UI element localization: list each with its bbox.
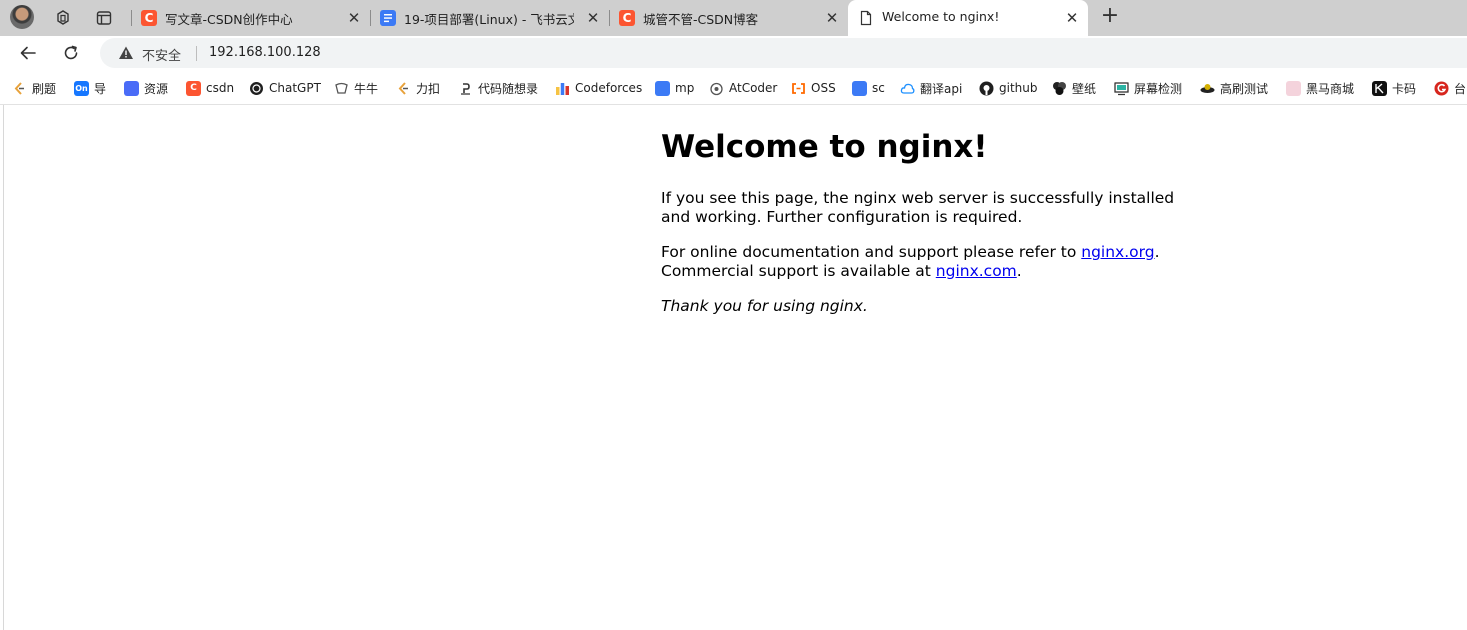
- on-icon: On: [74, 80, 89, 96]
- browser-toolbar: 不安全 192.168.100.128: [0, 36, 1467, 70]
- bookmark-truncated[interactable]: 台: [1434, 79, 1466, 97]
- address-bar[interactable]: 不安全 192.168.100.128: [100, 38, 1467, 68]
- tab-feishu-doc[interactable]: 19-项目部署(Linux) - 飞书云文档 ✕: [370, 0, 608, 36]
- documentation-paragraph: For online documentation and support ple…: [661, 243, 1160, 280]
- bookmark-ziyuan[interactable]: 资源: [124, 79, 168, 97]
- tab-title: Welcome to nginx!: [882, 9, 1000, 24]
- kama-icon: [1372, 80, 1387, 96]
- tab-actions-icon[interactable]: [91, 5, 117, 31]
- ufo-icon: [1200, 83, 1215, 93]
- bookmark-shuati[interactable]: 刷题: [12, 79, 56, 97]
- tab-nginx-welcome[interactable]: Welcome to nginx! ✕: [848, 0, 1088, 36]
- bookmark-screen-check[interactable]: 屏幕检测: [1114, 79, 1182, 97]
- csdn-icon: C: [141, 10, 157, 26]
- bookmark-bizhi[interactable]: 壁纸: [1052, 79, 1096, 97]
- close-icon[interactable]: ✕: [345, 9, 363, 27]
- back-arrow-icon[interactable]: [14, 39, 42, 67]
- leetcode-icon: [398, 81, 408, 95]
- atcoder-icon: [710, 82, 723, 95]
- wallpaper-icon: [1053, 81, 1066, 95]
- tab-title: 城管不管-CSDN博客: [643, 12, 759, 27]
- tab-title: 19-项目部署(Linux) - 飞书云文档: [404, 12, 574, 27]
- bookmark-mp[interactable]: mp: [655, 79, 694, 97]
- leetcode-icon: [14, 81, 24, 95]
- security-status-label[interactable]: 不安全: [142, 45, 181, 64]
- nginx-org-link[interactable]: nginx.org: [1081, 243, 1154, 261]
- workspaces-icon[interactable]: [50, 5, 76, 31]
- bookmark-csdn[interactable]: C csdn: [186, 79, 234, 97]
- page-heading: Welcome to nginx!: [661, 129, 988, 165]
- bookmark-oss[interactable]: OSS: [791, 79, 836, 97]
- tab-csdn-blog[interactable]: C 城管不管-CSDN博客 ✕: [609, 0, 847, 36]
- monitor-icon: [1114, 81, 1129, 95]
- bookmark-github[interactable]: github: [979, 79, 1037, 97]
- close-icon[interactable]: ✕: [1063, 9, 1081, 27]
- bookmark-sc[interactable]: sc: [852, 79, 885, 97]
- csdn-icon: C: [186, 80, 201, 96]
- bookmark-niuniu[interactable]: 牛牛: [334, 79, 378, 97]
- url-text[interactable]: 192.168.100.128: [209, 45, 321, 60]
- github-icon: [979, 81, 994, 95]
- bookmark-codeforces[interactable]: Codeforces: [555, 79, 642, 97]
- aliyun-icon: [792, 82, 805, 94]
- profile-avatar[interactable]: [10, 5, 34, 29]
- csdn-icon: C: [619, 10, 635, 26]
- bookmark-heima-mall[interactable]: 黑马商城: [1286, 79, 1354, 97]
- bookmark-likou[interactable]: 力扣: [396, 79, 440, 97]
- tab-title: 写文章-CSDN创作中心: [165, 12, 293, 27]
- nowcoder-icon: [335, 82, 348, 94]
- bookmark-kama[interactable]: 卡码: [1372, 79, 1416, 97]
- bookmark-translate-api[interactable]: 翻译api: [900, 79, 962, 97]
- bookmarks-bar: 刷题 On 导 资源 C csdn ChatGPT 牛牛 力扣 代码随想录 Co…: [0, 70, 1467, 105]
- close-icon[interactable]: ✕: [584, 9, 602, 27]
- chatgpt-icon: [250, 81, 263, 95]
- cloud-icon: [900, 83, 915, 94]
- bookmark-daimasuixianglu[interactable]: 代码随想录: [458, 79, 538, 97]
- document-icon: [852, 80, 867, 96]
- bookmark-dao[interactable]: On 导: [74, 79, 106, 97]
- page-icon: [858, 10, 874, 26]
- document-icon: [380, 10, 396, 26]
- tab-strip: C 写文章-CSDN创作中心 ✕ 19-项目部署(Linux) - 飞书云文档 …: [0, 0, 1467, 36]
- codeforces-icon: [556, 82, 569, 95]
- nginx-com-link[interactable]: nginx.com: [936, 262, 1017, 280]
- warning-icon[interactable]: [118, 45, 134, 61]
- code-icon: [461, 82, 470, 95]
- bookmark-refresh-test[interactable]: 高刷测试: [1200, 79, 1268, 97]
- tab-csdn-editor[interactable]: C 写文章-CSDN创作中心 ✕: [131, 0, 369, 36]
- page-viewport: Welcome to nginx! If you see this page, …: [3, 105, 1467, 630]
- address-separator: [196, 46, 197, 61]
- thank-you-text: Thank you for using nginx.: [661, 297, 868, 315]
- resource-icon: [124, 80, 139, 96]
- close-icon[interactable]: ✕: [823, 9, 841, 27]
- bookmark-chatgpt[interactable]: ChatGPT: [249, 79, 321, 97]
- new-tab-icon[interactable]: +: [1098, 5, 1122, 29]
- mall-icon: [1286, 80, 1301, 96]
- intro-paragraph: If you see this page, the nginx web serv…: [661, 189, 1175, 226]
- reload-icon[interactable]: [57, 39, 85, 67]
- document-icon: [655, 80, 670, 96]
- bookmark-atcoder[interactable]: AtCoder: [709, 79, 777, 97]
- g-circle-icon: [1434, 81, 1449, 95]
